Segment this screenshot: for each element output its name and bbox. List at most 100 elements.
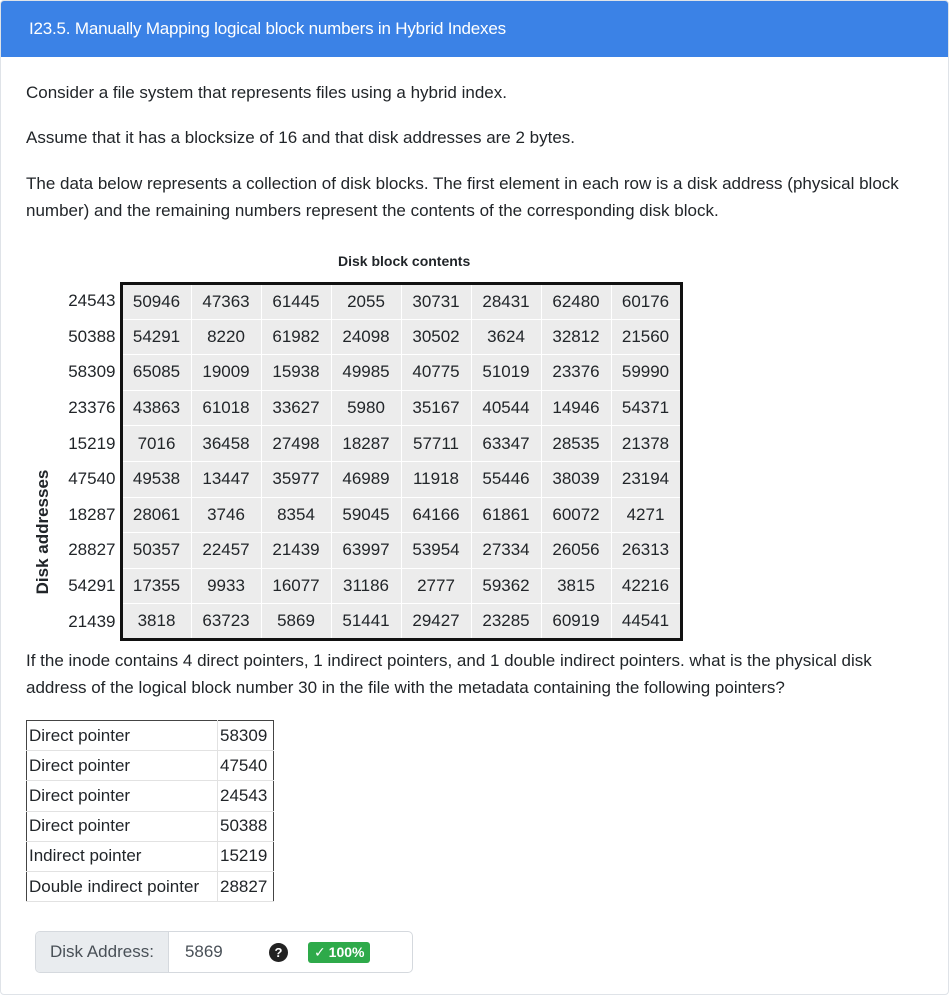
disk-address-cell: 54291 [57, 568, 123, 604]
block-content-cell: 40775 [400, 354, 472, 391]
block-content-cell: 8220 [190, 318, 262, 356]
pointer-label: Direct pointer [26, 780, 218, 812]
block-content-cell: 17355 [120, 567, 192, 605]
disk-block-table: 24543 50946 47363 61445 2055 30731 28431 62480 6… [57, 282, 683, 641]
figure-y-label: Disk addresses [33, 469, 52, 595]
check-icon: ✓ [313, 943, 326, 960]
block-content-cell: 50357 [120, 532, 192, 569]
block-content-cell: 59362 [470, 567, 542, 605]
block-content-cell: 14946 [540, 389, 612, 427]
block-content-cell: 5980 [330, 389, 402, 427]
block-content-cell: 5869 [260, 603, 332, 641]
block-content-cell: 49538 [120, 460, 192, 498]
pointer-row: Direct pointer 47540 [26, 750, 274, 782]
block-content-cell: 63723 [190, 603, 262, 641]
block-content-cell: 21560 [610, 318, 683, 356]
figure-title: Disk block contents [338, 253, 471, 269]
disk-address-cell: 28827 [57, 532, 123, 569]
block-content-cell: 57711 [400, 425, 472, 462]
block-content-cell: 61982 [260, 318, 332, 356]
pointer-value: 47540 [217, 750, 274, 782]
block-content-cell: 19009 [190, 354, 262, 391]
block-content-cell: 44541 [610, 603, 683, 641]
pointer-row: Direct pointer 50388 [26, 811, 274, 842]
answer-input[interactable]: 5869 [169, 942, 265, 962]
score-value: 100% [328, 944, 365, 960]
disk-block-row: 23376 43863 61018 33627 5980 35167 40544 14946 5… [57, 389, 683, 427]
block-content-cell: 24098 [330, 318, 402, 356]
block-content-cell: 62480 [540, 282, 612, 320]
block-content-cell: 64166 [400, 496, 472, 534]
pointer-row: Direct pointer 58309 [26, 720, 274, 752]
disk-address-cell: 18287 [57, 497, 123, 533]
question-circle-icon[interactable]: ? [268, 942, 288, 962]
block-content-cell: 35167 [400, 389, 472, 427]
disk-block-row: 28827 50357 22457 21439 63997 53954 27334 26056… [57, 532, 683, 569]
block-content-cell: 31186 [330, 567, 402, 605]
block-content-cell: 11918 [400, 460, 472, 498]
block-content-cell: 28061 [120, 496, 192, 534]
block-content-cell: 28431 [470, 282, 542, 320]
disk-address-cell: 50388 [57, 319, 123, 355]
block-content-cell: 29427 [400, 603, 472, 641]
block-content-cell: 15938 [260, 354, 332, 391]
pointer-row: Double indirect pointer 28827 [26, 871, 274, 903]
block-content-cell: 7016 [120, 425, 192, 462]
block-content-cell: 9933 [190, 567, 262, 605]
pointer-label: Indirect pointer [26, 841, 218, 872]
block-content-cell: 26313 [610, 532, 683, 569]
block-content-cell: 42216 [610, 567, 683, 605]
pointer-value: 24543 [217, 780, 274, 812]
block-content-cell: 32812 [540, 318, 612, 356]
pointer-label: Direct pointer [26, 750, 218, 782]
block-content-cell: 3746 [190, 496, 262, 534]
block-content-cell: 61445 [260, 282, 332, 320]
block-content-cell: 3624 [470, 318, 542, 356]
disk-address-cell: 47540 [57, 461, 123, 498]
block-content-cell: 38039 [540, 460, 612, 498]
pointer-table: Direct pointer 58309 Direct pointer 47540 Di… [26, 720, 274, 903]
block-content-cell: 18287 [330, 425, 402, 462]
block-content-cell: 46989 [330, 460, 402, 498]
disk-block-row: 58309 65085 19009 15938 49985 40775 51019 23376… [57, 354, 683, 391]
block-content-cell: 54291 [120, 318, 192, 356]
block-content-cell: 4271 [610, 496, 683, 534]
block-content-cell: 51019 [470, 354, 542, 391]
block-content-cell: 50946 [120, 282, 192, 320]
block-content-cell: 8354 [260, 496, 332, 534]
question-text: If the inode contains 4 direct pointers,… [26, 651, 872, 697]
disk-block-row: 24543 50946 47363 61445 2055 30731 28431 62480 6… [57, 282, 683, 320]
block-content-cell: 27334 [470, 532, 542, 569]
disk-block-row: 47540 49538 13447 35977 46989 11918 55446 38039… [57, 460, 683, 498]
block-content-cell: 63347 [470, 425, 542, 462]
intro-paragraph-3: The data below represents a collection o… [26, 174, 899, 220]
block-content-cell: 2777 [400, 567, 472, 605]
block-content-cell: 21378 [610, 425, 683, 462]
disk-address-cell: 24543 [57, 283, 123, 320]
block-content-cell: 23285 [470, 603, 542, 641]
block-content-cell: 51441 [330, 603, 402, 641]
block-content-cell: 60072 [540, 496, 612, 534]
pointer-row: Direct pointer 24543 [26, 780, 274, 812]
block-content-cell: 33627 [260, 389, 332, 427]
block-content-cell: 22457 [190, 532, 262, 569]
intro-paragraph-2: Assume that it has a blocksize of 16 and… [26, 128, 576, 147]
disk-block-row: 18287 28061 3746 8354 59045 64166 61861 60072 42… [57, 496, 683, 534]
block-content-cell: 30731 [400, 282, 472, 320]
pointer-value: 15219 [217, 841, 274, 872]
block-content-cell: 28535 [540, 425, 612, 462]
block-content-cell: 59990 [610, 354, 683, 391]
answer-label: Disk Address: [36, 932, 169, 972]
block-content-cell: 60176 [610, 282, 683, 320]
block-content-cell: 3818 [120, 603, 192, 641]
block-content-cell: 35977 [260, 460, 332, 498]
block-content-cell: 61018 [190, 389, 262, 427]
pointer-value: 28827 [217, 871, 274, 903]
score-badge: ✓ 100% [307, 941, 371, 963]
answer-input-group: Disk Address: 5869 ? ✓ 100% [35, 931, 413, 973]
block-content-cell: 3815 [540, 567, 612, 605]
block-content-cell: 49985 [330, 354, 402, 391]
block-content-cell: 36458 [190, 425, 262, 462]
block-content-cell: 16077 [260, 567, 332, 605]
block-content-cell: 60919 [540, 603, 612, 641]
